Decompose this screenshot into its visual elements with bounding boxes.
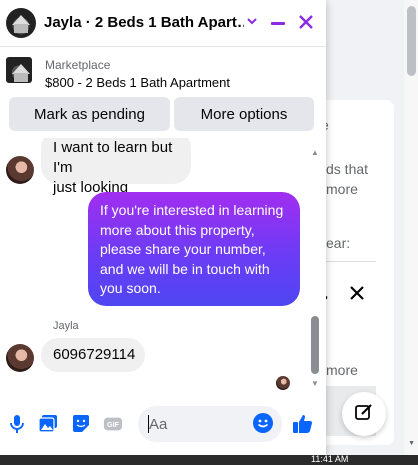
background-text: more (326, 362, 358, 378)
background-text: more (326, 181, 358, 197)
message-text: If you're interested in learning more ab… (100, 202, 284, 296)
chevron-down-icon[interactable] (246, 15, 258, 31)
close-icon[interactable] (297, 13, 315, 35)
message-text: I want to learn but I'm (53, 139, 173, 176)
chat-title[interactable]: Jayla · 2 Beds 1 Bath Apart… (44, 14, 244, 31)
scroll-up-arrow-icon[interactable]: ▲ (311, 148, 319, 157)
message-list[interactable]: I want to learn but I'm just looking If … (0, 138, 326, 393)
new-message-button[interactable] (342, 392, 386, 436)
incoming-message: I want to learn but I'm just looking (41, 138, 191, 196)
gif-icon[interactable]: GIF (103, 414, 123, 434)
photo-icon[interactable] (38, 414, 58, 434)
taskbar: 11:41 AM (0, 455, 418, 465)
page-scrollbar-thumb[interactable] (407, 6, 416, 76)
message-input-placeholder: Aa (149, 416, 168, 433)
taskbar-clock: 11:41 AM (311, 454, 349, 464)
seen-avatar (276, 376, 290, 390)
microphone-icon[interactable] (7, 414, 27, 434)
background-divider (326, 261, 376, 262)
avatar[interactable] (6, 344, 34, 372)
listing-thumbnail (6, 57, 32, 83)
svg-text:GIF: GIF (107, 420, 120, 429)
thumbs-up-icon[interactable] (292, 413, 314, 435)
compose-icon (354, 402, 374, 427)
sticker-icon[interactable] (71, 414, 91, 434)
outgoing-message: If you're interested in learning more ab… (88, 192, 300, 306)
incoming-message: 6096729114 (41, 338, 145, 372)
more-options-button[interactable]: More options (174, 97, 314, 131)
mark-as-pending-button[interactable]: Mark as pending (9, 97, 170, 131)
listing-name: $800 - 2 Beds 1 Bath Apartment (45, 75, 231, 90)
scroll-down-arrow-icon[interactable]: ▼ (408, 440, 415, 447)
listing-avatar[interactable] (6, 8, 36, 38)
message-text: 6096729114 (53, 346, 136, 363)
minimize-icon[interactable] (270, 15, 286, 35)
chat-window: Jayla · 2 Beds 1 Bath Apart… Marketplace… (0, 0, 326, 455)
avatar[interactable] (6, 156, 34, 184)
marketplace-listing[interactable]: Marketplace $800 - 2 Beds 1 Bath Apartme… (0, 47, 326, 95)
chat-header[interactable]: Jayla · 2 Beds 1 Bath Apart… (0, 0, 326, 47)
background-text: ear: (326, 235, 351, 251)
listing-label: Marketplace (45, 58, 111, 72)
chat-scrollbar-thumb[interactable] (311, 316, 319, 374)
sender-name: Jayla (53, 320, 79, 332)
emoji-icon[interactable] (253, 413, 273, 433)
close-icon[interactable] (347, 283, 367, 308)
background-text: ds that (326, 161, 369, 177)
scroll-down-arrow-icon[interactable]: ▼ (311, 379, 319, 388)
